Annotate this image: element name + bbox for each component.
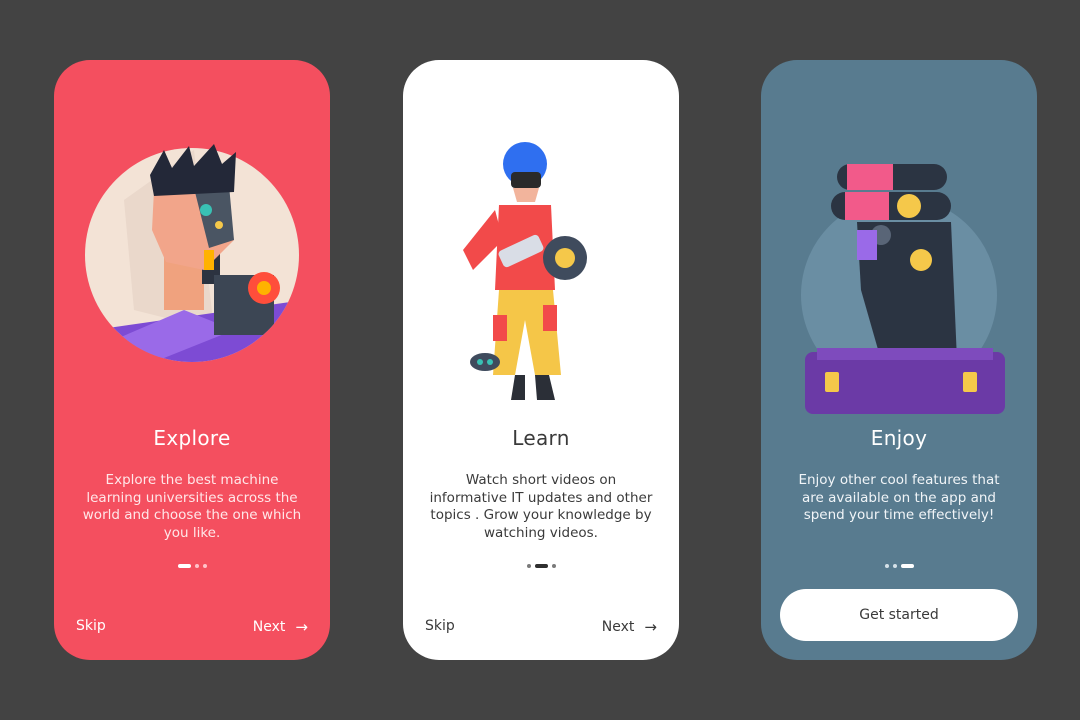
onboarding-screen-learn: Learn Watch short videos on informative … bbox=[403, 60, 679, 660]
next-button[interactable]: Next → bbox=[602, 618, 657, 636]
screen-title: Explore bbox=[153, 426, 231, 450]
page-dot bbox=[892, 564, 897, 568]
page-dot bbox=[551, 564, 556, 568]
next-label: Next bbox=[601, 619, 635, 635]
page-dot bbox=[194, 564, 199, 568]
screen-description: Enjoy other cool features that are avail… bbox=[798, 472, 1000, 523]
onboarding-screen-explore: Explore Explore the best machine learnin… bbox=[54, 60, 330, 660]
page-dot bbox=[202, 564, 207, 568]
arrow-right-icon: → bbox=[644, 618, 657, 636]
page-indicator bbox=[54, 564, 330, 568]
screen-description: Explore the best machine learning univer… bbox=[82, 472, 302, 541]
next-button[interactable]: Next → bbox=[253, 618, 308, 636]
page-dot-active bbox=[900, 564, 914, 568]
onboarding-screen-enjoy: Enjoy Enjoy other cool features that are… bbox=[761, 60, 1037, 660]
page-dot-active bbox=[534, 564, 548, 568]
skip-button[interactable]: Skip bbox=[76, 618, 106, 634]
page-indicator bbox=[761, 564, 1037, 568]
get-started-button[interactable]: Get started bbox=[780, 589, 1018, 641]
screen-title: Learn bbox=[512, 426, 570, 450]
screen-title: Enjoy bbox=[870, 426, 928, 450]
skip-button[interactable]: Skip bbox=[425, 618, 455, 634]
page-dot-active bbox=[177, 564, 191, 568]
robot-illustration bbox=[801, 164, 1005, 414]
arrow-right-icon: → bbox=[295, 618, 308, 636]
page-dot bbox=[884, 564, 889, 568]
next-label: Next bbox=[252, 619, 286, 635]
page-indicator bbox=[403, 564, 679, 568]
page-dot bbox=[526, 564, 531, 568]
cyborg-illustration bbox=[85, 144, 299, 362]
vr-person-illustration bbox=[463, 142, 587, 400]
screen-description: Watch short videos on informative IT upd… bbox=[429, 472, 653, 541]
